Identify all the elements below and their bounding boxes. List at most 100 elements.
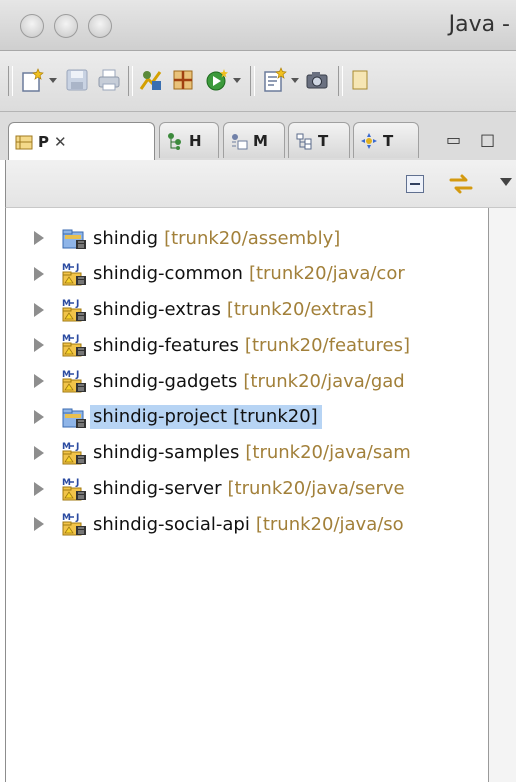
toolbar-separator <box>250 66 255 96</box>
link-with-editor-icon[interactable] <box>448 172 474 196</box>
new-class-icon[interactable] <box>262 67 288 93</box>
project-folder-icon <box>62 408 86 428</box>
close-window-button[interactable] <box>20 14 44 38</box>
tab-label: M <box>253 131 268 150</box>
project-path: [trunk20/extras] <box>226 299 374 321</box>
save-icon[interactable] <box>64 67 90 93</box>
print-icon[interactable] <box>96 67 122 93</box>
run-icon[interactable] <box>204 67 230 93</box>
project-path: [trunk20] <box>233 406 318 427</box>
item-label: shindig-samples [trunk20/java/sam <box>93 442 411 463</box>
minimize-view-icon[interactable]: ▭ <box>446 130 461 149</box>
tree-item[interactable]: M J shindig-common [trunk20/java/cor <box>6 260 405 288</box>
toolbar-separator <box>128 66 133 96</box>
expand-arrow-icon[interactable] <box>34 338 44 353</box>
svg-text:J: J <box>75 478 79 488</box>
project-name: shindig-social-api <box>93 513 250 535</box>
item-label: shindig-features [trunk20/features] <box>93 335 410 356</box>
item-label: shindig [trunk20/assembly] <box>93 228 340 249</box>
tab-tasks[interactable]: T <box>353 122 419 158</box>
maven-project-icon: MJ <box>62 513 86 536</box>
svg-text:J: J <box>75 334 79 344</box>
run-dropdown-icon[interactable] <box>233 78 241 83</box>
maximize-view-icon[interactable]: □ <box>480 130 495 149</box>
maven-project-icon: MJ <box>62 263 86 286</box>
project-name: shindig-common <box>93 263 243 285</box>
project-name: shindig <box>93 227 159 249</box>
open-hierarchy-icon[interactable] <box>170 67 196 93</box>
open-type-icon[interactable] <box>138 67 164 93</box>
tab-label: T <box>318 131 329 150</box>
scrollbar-track[interactable] <box>489 208 516 782</box>
project-name: shindig-samples <box>93 442 240 464</box>
new-class-dropdown-icon[interactable] <box>291 78 299 83</box>
new-dropdown-icon[interactable] <box>49 78 57 83</box>
collapse-all-icon[interactable] <box>406 175 424 193</box>
expand-arrow-icon[interactable] <box>34 302 44 317</box>
zoom-window-button[interactable] <box>88 14 112 38</box>
view-toolbar <box>5 160 516 208</box>
expand-arrow-icon[interactable] <box>34 517 44 532</box>
item-label: shindig-extras [trunk20/extras] <box>93 299 374 320</box>
maven-project-icon: MJ <box>62 299 86 322</box>
project-path: [trunk20/java/so <box>255 513 404 535</box>
expand-arrow-icon[interactable] <box>34 445 44 460</box>
project-path: [trunk20/features] <box>244 334 410 356</box>
next-annotation-icon[interactable] <box>350 67 376 93</box>
project-path: [trunk20/assembly] <box>164 227 341 249</box>
project-path: [trunk20/java/sam <box>245 442 411 464</box>
package-explorer-tree: shindig [trunk20/assembly] M J shindig-commo… <box>5 208 489 782</box>
view-menu-icon[interactable] <box>500 178 512 186</box>
tab-types[interactable]: T <box>288 122 350 158</box>
selected-item-label: shindig-project [trunk20] <box>90 405 322 429</box>
tab-label: H <box>189 131 202 150</box>
project-path: [trunk20/java/serve <box>227 478 405 500</box>
project-name: shindig-features <box>93 334 239 356</box>
project-path: [trunk20/java/cor <box>248 263 405 285</box>
tree-item[interactable]: M J shindig-server [trunk20/java/serve <box>6 475 405 503</box>
close-tab-icon[interactable]: ✕ <box>54 133 67 151</box>
svg-text:J: J <box>75 299 79 309</box>
camera-icon[interactable] <box>304 67 330 93</box>
toolbar-separator <box>338 66 343 96</box>
hierarchy-icon <box>168 132 181 150</box>
window-title: Java - <box>448 12 510 37</box>
tree-item[interactable]: M J shindig-samples [trunk20/java/sam <box>6 439 411 467</box>
tree-item[interactable]: M J shindig-extras [trunk20/extras] <box>6 296 374 324</box>
minimize-window-button[interactable] <box>54 14 78 38</box>
tab-package-explorer[interactable]: P ✕ <box>8 122 155 160</box>
project-folder-icon <box>62 229 86 249</box>
title-bar: Java - <box>0 0 516 51</box>
svg-text:J: J <box>75 370 79 380</box>
tree-item[interactable]: M J shindig-features [trunk20/features] <box>6 331 410 359</box>
tree-item[interactable]: shindig-project [trunk20] <box>6 403 322 431</box>
project-name: shindig-gadgets <box>93 370 238 392</box>
expand-arrow-icon[interactable] <box>34 410 44 424</box>
expand-arrow-icon[interactable] <box>34 481 44 496</box>
package-explorer-icon <box>15 135 33 149</box>
project-name: shindig-server <box>93 478 222 500</box>
expand-arrow-icon[interactable] <box>34 266 44 281</box>
tree-item[interactable]: M J shindig-social-api [trunk20/java/so <box>6 510 404 538</box>
project-name: shindig-project <box>93 406 228 427</box>
item-label: shindig-common [trunk20/java/cor <box>93 263 405 284</box>
tree-item[interactable]: M J shindig-gadgets [trunk20/java/gad <box>6 367 405 395</box>
new-wizard-icon[interactable] <box>20 67 46 93</box>
tree-item[interactable]: shindig [trunk20/assembly] <box>6 224 340 252</box>
item-label: shindig-gadgets [trunk20/java/gad <box>93 371 405 392</box>
toolbar-separator <box>8 66 13 96</box>
view-tab-strip: P ✕ H M T T ▭ □ <box>0 112 516 160</box>
svg-text:J: J <box>75 513 79 523</box>
maven-project-icon: MJ <box>62 334 86 357</box>
members-icon <box>232 133 248 149</box>
maven-project-icon: MJ <box>62 478 86 501</box>
tab-hierarchy[interactable]: H <box>159 122 219 158</box>
type-hierarchy-icon <box>296 133 312 149</box>
expand-arrow-icon[interactable] <box>34 231 44 245</box>
navigator-icon <box>361 132 377 149</box>
svg-text:J: J <box>75 263 79 273</box>
svg-text:J: J <box>75 442 79 452</box>
tab-members[interactable]: M <box>223 122 285 158</box>
main-toolbar <box>0 51 516 112</box>
expand-arrow-icon[interactable] <box>34 374 44 389</box>
